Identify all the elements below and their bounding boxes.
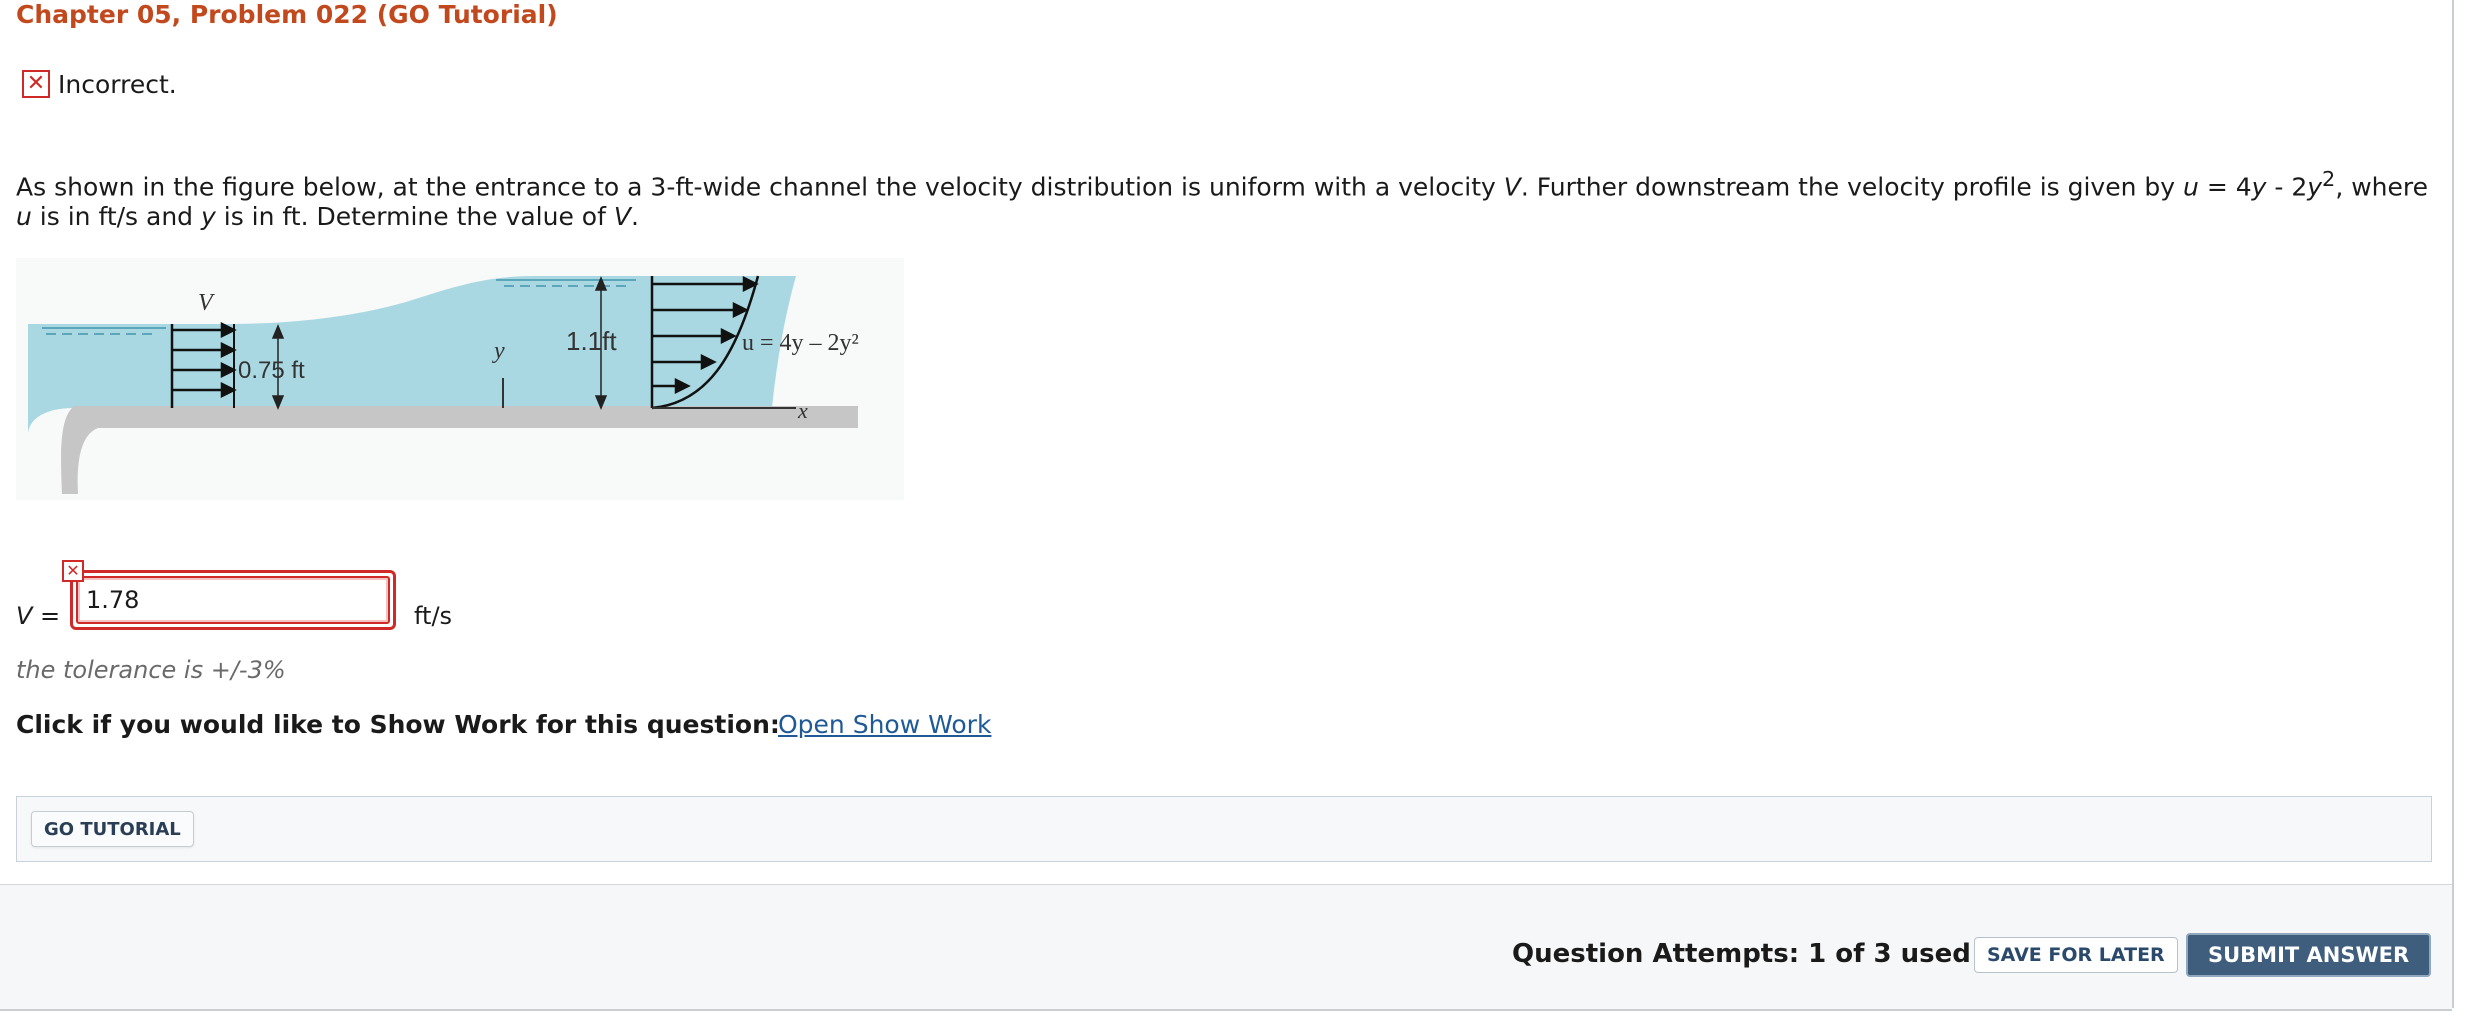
feedback-text: Incorrect. [58, 69, 177, 99]
label-x: x [797, 398, 808, 423]
channel-diagram: 0.75 ft V y 1.1ft x u = 4y – 2y² [16, 258, 904, 500]
tutorial-panel: GO TUTORIAL [16, 796, 2432, 862]
feedback-status: ✕ Incorrect. [22, 66, 177, 102]
question-footer: Question Attempts: 1 of 3 used SAVE FOR … [0, 884, 2452, 1011]
open-show-work-link[interactable]: Open Show Work [778, 710, 991, 739]
channel-figure: 0.75 ft V y 1.1ft x u = 4y – 2y² [16, 258, 904, 500]
show-work-prompt: Click if you would like to Show Work for… [16, 710, 780, 739]
answer-variable-label: V = [16, 602, 61, 630]
label-y: y [492, 338, 505, 364]
close-icon: ✕ [22, 70, 50, 98]
answer-row: V = ✕ ft/s [16, 560, 616, 640]
submit-answer-button[interactable]: SUBMIT ANSWER [2186, 933, 2432, 977]
answer-input-frame [70, 570, 396, 630]
answer-unit: ft/s [414, 602, 453, 630]
label-11ft: 1.1ft [566, 326, 617, 356]
go-tutorial-button[interactable]: GO TUTORIAL [31, 811, 194, 847]
label-profile-equation: u = 4y – 2y² [742, 330, 859, 356]
label-V: V [198, 290, 215, 316]
tolerance-note: the tolerance is +/-3% [16, 656, 286, 684]
question-attempts: Question Attempts: 1 of 3 used [1512, 939, 1971, 969]
close-icon: ✕ [62, 560, 84, 582]
problem-statement: As shown in the figure below, at the ent… [16, 167, 2428, 232]
answer-input[interactable] [76, 576, 390, 624]
scrollbar-edge [2452, 0, 2454, 1008]
page-title: Chapter 05, Problem 022 (GO Tutorial) [16, 0, 558, 29]
label-075ft: 0.75 ft [238, 357, 305, 384]
save-for-later-button[interactable]: SAVE FOR LATER [1974, 937, 2178, 973]
